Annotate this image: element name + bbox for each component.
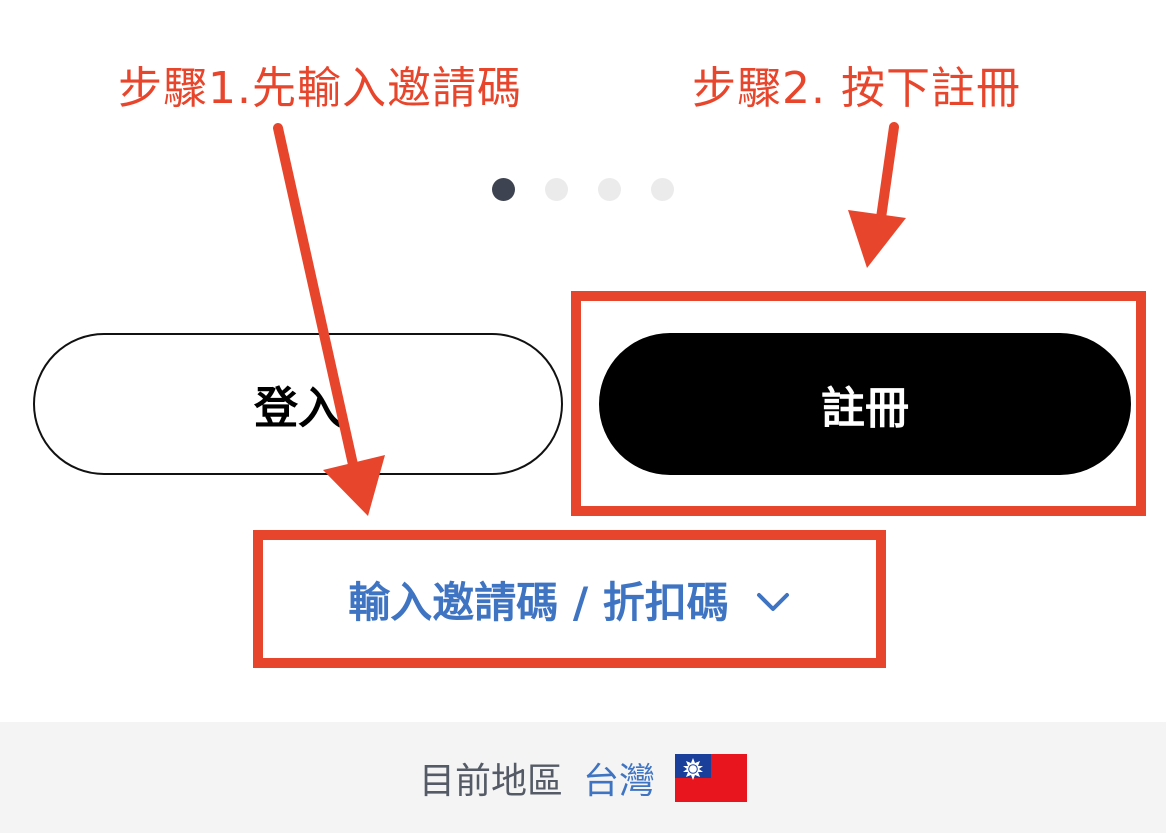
region-footer: 目前地區 台灣 (0, 722, 1166, 833)
carousel-dot-2[interactable] (545, 178, 568, 201)
carousel-dot-1[interactable] (492, 178, 515, 201)
login-button[interactable]: 登入 (33, 333, 563, 475)
region-label: 目前地區 (418, 760, 563, 802)
annotation-step-2: 步驟2. 按下註冊 (692, 63, 1021, 114)
taiwan-flag-icon (675, 753, 748, 802)
arrow-step-2 (848, 122, 906, 268)
carousel-dot-4[interactable] (651, 178, 674, 201)
carousel-pagination (492, 178, 674, 201)
region-value-link[interactable]: 台灣 (583, 752, 655, 804)
invite-code-highlight-box (253, 530, 886, 668)
register-highlight-box (571, 291, 1146, 516)
annotation-step-1: 步驟1.先輸入邀請碼 (118, 63, 522, 114)
carousel-dot-3[interactable] (598, 178, 621, 201)
